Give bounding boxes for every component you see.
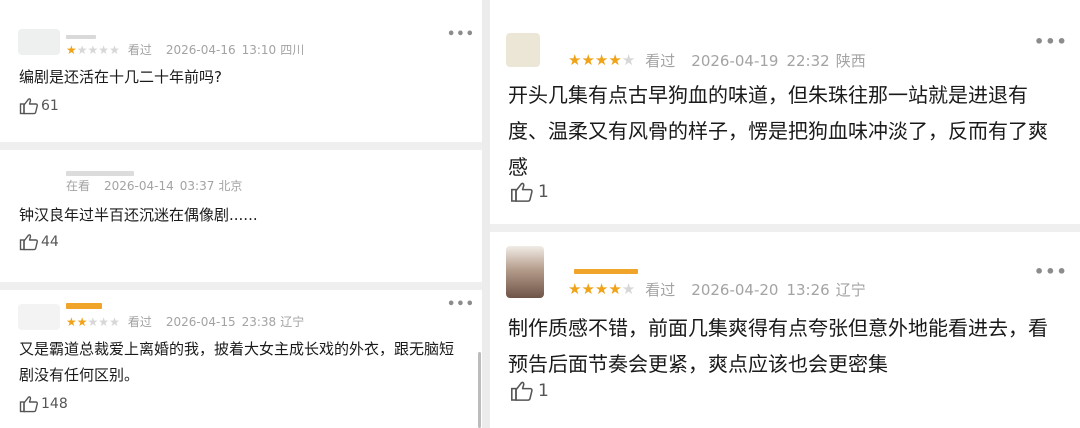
username[interactable] — [66, 171, 134, 176]
like-count: 61 — [41, 98, 59, 114]
more-options-icon[interactable]: ••• — [447, 27, 475, 42]
watch-status: 看过 — [127, 43, 152, 57]
like-button[interactable]: 148 — [19, 395, 68, 413]
right-comment-panel: ★ ★ ★ ★ ★ 看过 2026-04-19 22:32 陕西 ••• 开头几集有点古… — [490, 0, 1080, 428]
avatar[interactable] — [506, 33, 540, 67]
star-icon: ★ — [621, 51, 636, 69]
star-icon: ★ — [581, 51, 595, 69]
star-icon: ★ — [98, 314, 110, 329]
rating-stars: ★ ★ ★ ★ ★ — [568, 53, 635, 68]
comment-meta: ★ ★ ★ ★ ★ 看过 2026-04-20 13:26 辽宁 — [568, 279, 866, 300]
comment-date: 2026-04-19 — [691, 51, 779, 70]
thumbs-up-icon — [19, 233, 39, 251]
star-icon: ★ — [98, 42, 110, 57]
star-icon: ★ — [568, 51, 582, 69]
like-button[interactable]: 1 — [510, 181, 549, 203]
thumbs-up-icon — [510, 181, 534, 203]
star-icon: ★ — [568, 280, 582, 298]
comment-card: ★ ★ ★ ★ ★ 看过 2026-04-16 13:10 四川 ••• 编剧是还活在十… — [0, 0, 482, 142]
comment-text: 制作质感不错，前面几集爽得有点夸张但意外地能看进去，看预告后面节奏会更紧，爽点应… — [508, 316, 1048, 376]
star-icon: ★ — [66, 314, 77, 329]
star-icon: ★ — [76, 314, 88, 329]
comment-location: 北京 — [218, 179, 243, 193]
comment-time: 22:32 — [786, 51, 830, 70]
comment-text: 编剧是还活在十几二十年前吗? — [19, 68, 222, 86]
left-comment-panel: ★ ★ ★ ★ ★ 看过 2026-04-16 13:10 四川 ••• 编剧是还活在十… — [0, 0, 482, 428]
like-count: 148 — [41, 396, 68, 412]
panel-divider — [482, 0, 490, 428]
watch-status: 看过 — [127, 315, 152, 329]
star-icon: ★ — [621, 280, 636, 298]
comment-text: 又是霸道总裁爱上离婚的我，披着大女主成长戏的外衣，跟无脑短剧没有任何区别。 — [19, 340, 455, 384]
comment-meta: ★ ★ ★ ★ ★ 看过 2026-04-19 22:32 陕西 — [568, 50, 866, 71]
like-button[interactable]: 61 — [19, 97, 59, 115]
more-options-icon[interactable]: ••• — [447, 297, 475, 312]
comment-text: 开头几集有点古早狗血的味道，但朱珠往那一站就是进退有度、温柔又有风骨的样子，愣是… — [508, 83, 1048, 179]
star-icon: ★ — [87, 314, 99, 329]
star-icon: ★ — [109, 42, 120, 57]
star-icon: ★ — [66, 42, 77, 57]
username[interactable] — [66, 303, 102, 309]
avatar[interactable] — [18, 29, 60, 55]
star-icon: ★ — [76, 42, 88, 57]
comment-card: ★ ★ ★ ★ ★ 看过 2026-04-15 23:38 辽宁 ••• 又是霸道总裁爱… — [0, 290, 482, 428]
comment-time: 03:37 — [179, 178, 215, 193]
comment-date: 2026-04-14 — [104, 178, 174, 193]
thumbs-up-icon — [19, 97, 39, 115]
comment-location: 四川 — [280, 43, 305, 57]
comment-separator — [0, 282, 482, 290]
rating-stars: ★ ★ ★ ★ ★ — [568, 282, 635, 297]
comment-separator — [490, 224, 1080, 232]
like-count: 1 — [538, 381, 549, 401]
avatar[interactable] — [506, 246, 544, 298]
watch-status: 在看 — [66, 179, 91, 193]
comment-date: 2026-04-15 — [165, 314, 236, 329]
watch-status: 看过 — [645, 281, 676, 299]
comment-separator — [0, 142, 482, 150]
like-count: 44 — [41, 234, 59, 250]
star-icon: ★ — [608, 280, 622, 298]
thumbs-up-icon — [19, 395, 39, 413]
comment-time: 13:10 — [241, 42, 277, 57]
star-icon: ★ — [87, 42, 99, 57]
avatar[interactable] — [18, 164, 60, 190]
more-options-icon[interactable]: ••• — [1034, 32, 1068, 51]
like-button[interactable]: 1 — [510, 380, 549, 402]
more-options-icon[interactable]: ••• — [1034, 262, 1068, 281]
comment-card: ★ ★ ★ ★ ★ 看过 2026-04-20 13:26 辽宁 ••• 制作质感不错，… — [490, 232, 1080, 428]
comment-meta: 在看 2026-04-14 03:37 北京 — [58, 177, 242, 194]
watch-status: 看过 — [645, 52, 676, 70]
star-icon: ★ — [594, 51, 609, 69]
comment-location: 辽宁 — [280, 315, 305, 329]
rating-stars: ★ ★ ★ ★ ★ — [66, 316, 120, 328]
thumbs-up-icon — [510, 380, 534, 402]
star-icon: ★ — [581, 280, 595, 298]
scrollbar-thumb[interactable] — [478, 352, 481, 428]
username[interactable] — [574, 269, 638, 274]
comment-card: ★ ★ ★ ★ ★ 看过 2026-04-19 22:32 陕西 ••• 开头几集有点古… — [490, 0, 1080, 224]
comment-meta: ★ ★ ★ ★ ★ 看过 2026-04-16 13:10 四川 — [66, 41, 304, 58]
star-icon: ★ — [109, 314, 120, 329]
comment-time: 13:26 — [786, 280, 830, 299]
comment-location: 陕西 — [835, 52, 866, 70]
star-icon: ★ — [594, 280, 609, 298]
comment-date: 2026-04-16 — [165, 42, 236, 57]
comment-date: 2026-04-20 — [691, 280, 779, 299]
comment-card: 在看 2026-04-14 03:37 北京 钟汉良年过半百还沉迷在偶像剧...… — [0, 150, 482, 282]
avatar[interactable] — [18, 304, 60, 330]
rating-stars: ★ ★ ★ ★ ★ — [66, 44, 120, 56]
star-icon: ★ — [608, 51, 622, 69]
like-button[interactable]: 44 — [19, 233, 59, 251]
username[interactable] — [568, 40, 628, 46]
comment-location: 辽宁 — [835, 281, 866, 299]
comment-meta: ★ ★ ★ ★ ★ 看过 2026-04-15 23:38 辽宁 — [66, 313, 304, 330]
comment-text: 钟汉良年过半百还沉迷在偶像剧...... — [19, 206, 258, 224]
username[interactable] — [66, 35, 96, 39]
like-count: 1 — [538, 182, 549, 202]
comment-time: 23:38 — [241, 314, 277, 329]
